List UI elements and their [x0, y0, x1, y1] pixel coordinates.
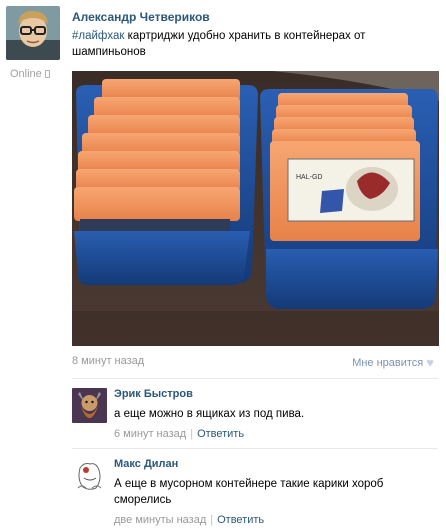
post-author[interactable]: Александр Четвериков: [72, 10, 210, 24]
comment-meta: 6 минут назад | Ответить: [114, 428, 244, 440]
post-photo[interactable]: HAL-GD: [72, 71, 439, 346]
comment-text: А еще в мусорном контейнере такие карики…: [114, 478, 384, 506]
reply-button[interactable]: Ответить: [197, 428, 244, 440]
comment-timestamp[interactable]: две минуты назад: [114, 514, 206, 526]
comment-item: Макс Дилан А еще в мусорном контейнере т…: [72, 458, 438, 528]
divider: [72, 378, 438, 379]
reply-button[interactable]: Ответить: [217, 514, 264, 526]
post-text: #лайфхак картриджи удобно хранить в конт…: [72, 28, 412, 60]
svg-text:HAL-GD: HAL-GD: [296, 174, 322, 181]
comment-author[interactable]: Эрик Быстров: [114, 388, 193, 400]
author-avatar[interactable]: [6, 6, 60, 60]
comment-meta: две минуты назад | Ответить: [114, 514, 264, 526]
post-meta: 8 минут назад: [72, 355, 148, 367]
comment-avatar[interactable]: [72, 458, 107, 493]
comment-avatar[interactable]: [72, 388, 107, 423]
like-button[interactable]: Мне нравится ♥: [352, 355, 434, 370]
comment-item: Эрик Быстров а еще можно в ящиках из под…: [72, 388, 438, 448]
separator: |: [210, 514, 214, 526]
divider: [72, 448, 438, 449]
comment-timestamp[interactable]: 6 минут назад: [114, 428, 186, 440]
phone-icon: [44, 70, 50, 78]
heart-icon: ♥: [426, 355, 434, 370]
hashtag-link[interactable]: #лайфхак: [72, 30, 124, 42]
wall-post: Online Александр Четвериков #лайфхак кар…: [0, 0, 446, 532]
separator: |: [190, 428, 194, 440]
comment-text: а еще можно в ящиках из под пива.: [114, 408, 305, 420]
online-status: Online: [10, 68, 50, 80]
like-label: Мне нравится: [352, 357, 424, 369]
post-timestamp[interactable]: 8 минут назад: [72, 355, 144, 367]
comment-author[interactable]: Макс Дилан: [114, 458, 178, 470]
